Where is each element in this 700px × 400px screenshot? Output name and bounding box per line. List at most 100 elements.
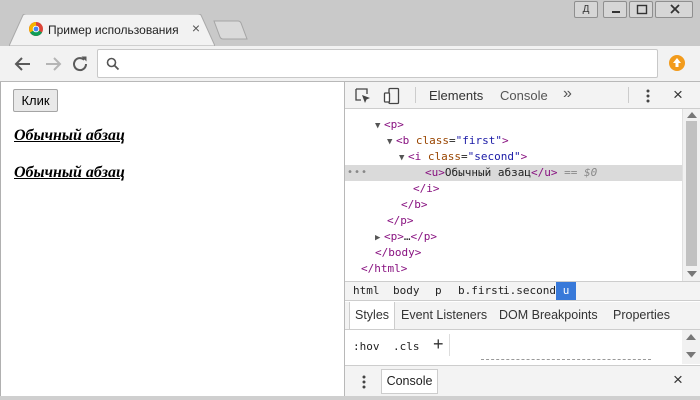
- window-bottom-border: [0, 396, 700, 400]
- tab-console[interactable]: Console: [500, 88, 548, 103]
- minimize-button[interactable]: [603, 1, 627, 18]
- styles-scrollbar[interactable]: [682, 330, 700, 364]
- drawer-tab-console[interactable]: Console: [381, 369, 438, 394]
- dom-node-b-close[interactable]: </b>: [345, 197, 682, 213]
- minimize-icon: [612, 11, 620, 13]
- breadcrumb-item[interactable]: html: [349, 282, 384, 300]
- dom-node-b[interactable]: ▼ <b class="first">: [345, 133, 682, 149]
- dom-tag: </p>: [410, 230, 438, 243]
- dom-text: …: [403, 230, 411, 243]
- user-profile-label: Д: [582, 4, 590, 15]
- dom-tag: </b>: [401, 198, 428, 211]
- dom-attr-name: class: [427, 150, 461, 163]
- klik-button[interactable]: Клик: [13, 89, 58, 112]
- dom-partial-line: ─ ─ ─ ─ ─ ─ ─ ─ ─: [345, 109, 682, 117]
- kebab-menu-icon[interactable]: [645, 88, 651, 104]
- devtools-panel: Elements Console » × ─ ─ ─ ─ ─ ─ ─ ─ ─ ▼…: [344, 82, 700, 396]
- dom-selected-marker: == $0: [557, 166, 598, 179]
- breadcrumb: html body p b.first i.second u: [345, 281, 700, 301]
- breadcrumb-item-active[interactable]: u: [556, 282, 576, 300]
- dom-node-actions-icon[interactable]: •••: [347, 165, 368, 181]
- paragraph: Обычный абзац: [14, 164, 125, 181]
- dom-node-p[interactable]: ▼ <p>: [345, 117, 682, 133]
- breadcrumb-item[interactable]: body: [389, 282, 424, 300]
- dom-tree-scrollbar[interactable]: [682, 109, 700, 281]
- dom-tag: >: [520, 150, 528, 163]
- dom-tag: >: [501, 134, 509, 147]
- scroll-down-icon[interactable]: [686, 352, 696, 358]
- browser-toolbar: [0, 46, 700, 82]
- dom-attr-name: class: [415, 134, 449, 147]
- drawer-menu-icon[interactable]: [361, 374, 367, 390]
- user-profile-button[interactable]: Д: [574, 1, 598, 18]
- dom-node-p-collapsed[interactable]: ▶ <p>…</p>: [345, 229, 682, 245]
- scroll-up-icon[interactable]: [686, 334, 696, 340]
- dom-tag: <i: [408, 150, 422, 163]
- address-bar[interactable]: [97, 49, 658, 78]
- dom-tag: <p>: [384, 230, 404, 243]
- tab-elements[interactable]: Elements: [429, 88, 483, 103]
- devtools-toolbar: Elements Console » ×: [345, 82, 700, 109]
- drawer-close-icon[interactable]: ×: [670, 370, 686, 390]
- breadcrumb-item[interactable]: p: [431, 282, 446, 300]
- dom-node-html-close[interactable]: </html>: [345, 261, 682, 277]
- hover-state-toggle[interactable]: :hov: [353, 340, 380, 353]
- dom-tag: </u>: [530, 166, 558, 179]
- dom-node-p-close[interactable]: </p>: [345, 213, 682, 229]
- dom-tag: <u>: [425, 166, 445, 179]
- devtools-close-icon[interactable]: ×: [670, 85, 686, 105]
- paragraph: Обычный абзац: [14, 127, 125, 144]
- maximize-icon: [636, 4, 648, 15]
- dom-tag: </body>: [375, 246, 422, 259]
- toolbar-divider: [628, 87, 629, 103]
- tab-properties[interactable]: Properties: [613, 302, 670, 329]
- dom-attr-value: "first": [455, 134, 502, 147]
- dashed-divider: [481, 359, 651, 360]
- tab-styles[interactable]: Styles: [349, 302, 396, 329]
- styles-filter-row: :hov .cls +: [345, 330, 682, 364]
- extension-icon[interactable]: [668, 54, 686, 72]
- tab-event-listeners[interactable]: Event Listeners: [401, 302, 487, 329]
- dom-node-u-selected[interactable]: ••• <u>Обычный абзац</u> == $0: [345, 165, 682, 181]
- dom-tree: ─ ─ ─ ─ ─ ─ ─ ─ ─ ▼<p> ▼<b class="first"…: [345, 109, 682, 281]
- chrome-icon: [29, 22, 43, 36]
- browser-tab-active[interactable]: Пример использования jQ ×: [9, 14, 215, 46]
- scroll-down-icon[interactable]: [687, 271, 697, 277]
- close-icon: [670, 4, 680, 14]
- dom-tag: </i>: [413, 182, 440, 195]
- dom-attr-value: "second": [467, 150, 521, 163]
- toolbar-divider: [415, 87, 416, 103]
- back-arrow-icon[interactable]: [12, 53, 34, 75]
- dom-node-body-close[interactable]: </body>: [345, 245, 682, 261]
- console-drawer: Console ×: [345, 365, 700, 396]
- more-tabs-icon[interactable]: »: [563, 85, 572, 103]
- dom-tag: </p>: [387, 214, 414, 227]
- reload-icon[interactable]: [69, 53, 91, 75]
- forward-arrow-icon[interactable]: [42, 53, 64, 75]
- dom-tag: <p>: [384, 118, 404, 131]
- scroll-up-icon[interactable]: [687, 112, 697, 118]
- scrollbar-thumb[interactable]: [686, 121, 697, 266]
- inspect-element-icon[interactable]: [354, 87, 372, 105]
- address-input[interactable]: [124, 55, 644, 73]
- tab-dom-breakpoints[interactable]: DOM Breakpoints: [499, 302, 598, 329]
- class-toggle[interactable]: .cls: [393, 340, 420, 353]
- dom-text: Обычный абзац: [444, 166, 531, 179]
- dom-node-i[interactable]: ▼ <i class="second">: [345, 149, 682, 165]
- device-toolbar-icon[interactable]: [383, 87, 401, 105]
- dom-node-i-close[interactable]: </i>: [345, 181, 682, 197]
- tab-title: Пример использования jQ: [48, 23, 178, 37]
- breadcrumb-item[interactable]: i.second: [499, 282, 560, 300]
- add-style-rule-icon[interactable]: +: [433, 334, 444, 355]
- dom-tag: <b: [396, 134, 410, 147]
- styles-tabbar: Styles Event Listeners DOM Breakpoints P…: [345, 302, 700, 330]
- window-close-button[interactable]: [655, 1, 693, 18]
- dom-tag: </html>: [361, 262, 408, 275]
- title-bar: Пример использования jQ × Д: [0, 0, 700, 46]
- page-viewport: Клик Обычный абзац Обычный абзац: [0, 82, 344, 396]
- tab-close-icon[interactable]: ×: [189, 20, 203, 36]
- search-icon: [106, 57, 120, 71]
- filter-divider: [449, 334, 450, 356]
- new-tab-button[interactable]: [212, 20, 248, 40]
- maximize-button[interactable]: [629, 1, 653, 18]
